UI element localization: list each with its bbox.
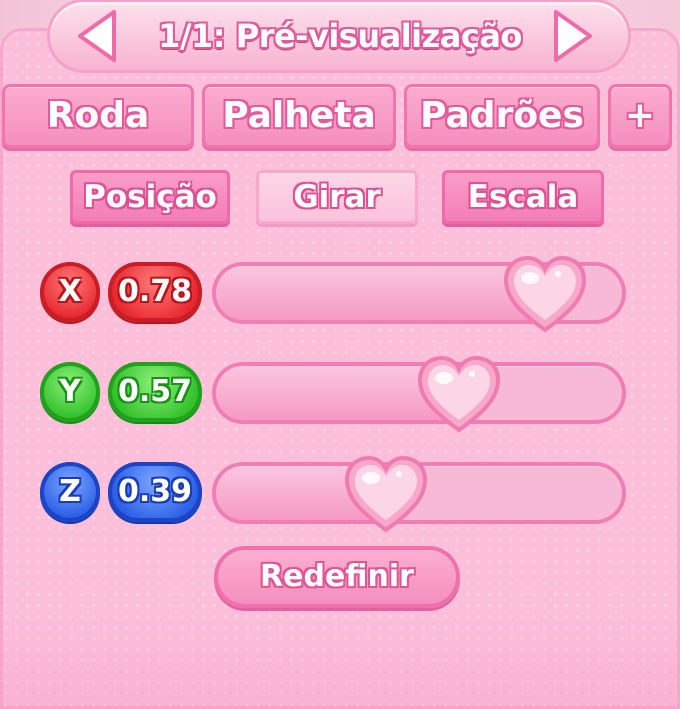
reset-button[interactable]: Redefinir bbox=[214, 546, 460, 608]
axis-y-badge: Y bbox=[40, 362, 100, 422]
slider-y-fill bbox=[216, 366, 447, 420]
tab-roda[interactable]: Roda bbox=[2, 84, 194, 148]
axis-x-value: 0.78 bbox=[108, 262, 202, 322]
slider-x-fill bbox=[216, 266, 533, 320]
subtab-girar[interactable]: Girar bbox=[256, 170, 418, 224]
arrow-right-icon[interactable] bbox=[546, 8, 598, 64]
slider-x-heart-icon[interactable] bbox=[502, 254, 588, 336]
slider-z-heart-icon[interactable] bbox=[343, 454, 429, 536]
subtab-escala[interactable]: Escala bbox=[442, 170, 604, 224]
subtab-posicao[interactable]: Posição bbox=[70, 170, 230, 224]
axis-z-value: 0.39 bbox=[108, 462, 202, 522]
tab-padroes[interactable]: Padrões bbox=[404, 84, 600, 148]
slider-y-heart-icon[interactable] bbox=[416, 354, 502, 436]
preview-title: 1/1: Pré-visualização bbox=[158, 17, 522, 55]
axis-z-badge: Z bbox=[40, 462, 100, 522]
axis-x-badge: X bbox=[40, 262, 100, 322]
axis-y-value: 0.57 bbox=[108, 362, 202, 422]
panel-bottom-shade bbox=[0, 610, 680, 709]
tab-palheta[interactable]: Palheta bbox=[202, 84, 396, 148]
tab-more-plus[interactable]: + bbox=[608, 84, 672, 148]
